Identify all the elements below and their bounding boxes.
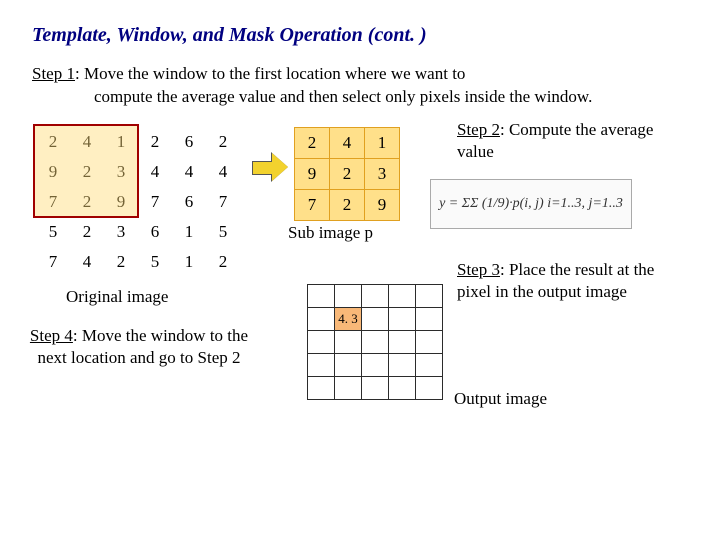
out-cell: [335, 353, 362, 376]
step-3-label: Step 3: [457, 260, 500, 279]
sub-image-grid: 2 4 1 9 2 3 7 2 9: [294, 127, 400, 221]
arrow-icon: [252, 155, 288, 179]
out-cell: [308, 330, 335, 353]
og-cell: 9: [36, 157, 70, 187]
og-cell: 1: [104, 127, 138, 157]
og-cell: 9: [104, 187, 138, 217]
out-cell: [416, 330, 443, 353]
og-cell: 6: [138, 217, 172, 247]
og-cell: 3: [104, 157, 138, 187]
out-cell: [362, 353, 389, 376]
step-4: Step 4: Move the window to the next loca…: [14, 325, 264, 369]
step-1: Step 1: Move the window to the first loc…: [32, 63, 688, 109]
out-cell: [416, 353, 443, 376]
og-cell: 2: [36, 127, 70, 157]
og-cell: 7: [138, 187, 172, 217]
sub-cell: 2: [330, 189, 365, 220]
step-3: Step 3: Place the result at the pixel in…: [457, 259, 677, 303]
og-cell: 6: [172, 187, 206, 217]
sub-cell: 1: [365, 127, 400, 158]
out-cell: [362, 307, 389, 330]
sub-cell: 7: [295, 189, 330, 220]
og-cell: 4: [138, 157, 172, 187]
og-cell: 1: [172, 247, 206, 277]
step-2: Step 2: Compute the average value: [457, 119, 677, 163]
output-image-caption: Output image: [454, 389, 547, 409]
og-cell: 2: [70, 187, 104, 217]
output-image-grid: 4. 3: [307, 284, 443, 400]
og-cell: 7: [36, 187, 70, 217]
out-cell: [389, 307, 416, 330]
og-cell: 2: [104, 247, 138, 277]
sub-cell: 9: [365, 189, 400, 220]
og-cell: 4: [172, 157, 206, 187]
original-image-caption: Original image: [66, 287, 168, 307]
og-cell: 2: [70, 157, 104, 187]
out-cell: [416, 307, 443, 330]
sub-cell: 3: [365, 158, 400, 189]
content-area: 2 4 1 2 6 2 9 2 3 4 4 4 7 2 9 7 6 7 5 2 …: [32, 119, 688, 459]
og-cell: 2: [70, 217, 104, 247]
og-cell: 5: [206, 217, 240, 247]
slide-title: Template, Window, and Mask Operation (co…: [32, 24, 688, 47]
out-cell: [308, 353, 335, 376]
out-cell: [308, 307, 335, 330]
out-cell: [389, 284, 416, 307]
out-cell: [362, 284, 389, 307]
og-cell: 4: [70, 127, 104, 157]
out-cell: [362, 330, 389, 353]
og-cell: 2: [206, 247, 240, 277]
og-cell: 2: [138, 127, 172, 157]
out-cell: [389, 376, 416, 399]
og-cell: 5: [36, 217, 70, 247]
out-cell: [416, 284, 443, 307]
sub-cell: 2: [295, 127, 330, 158]
out-cell: [308, 284, 335, 307]
step-4-label: Step 4: [30, 326, 73, 345]
original-image-grid: 2 4 1 2 6 2 9 2 3 4 4 4 7 2 9 7 6 7 5 2 …: [36, 127, 240, 277]
out-cell: [308, 376, 335, 399]
og-cell: 3: [104, 217, 138, 247]
step-2-label: Step 2: [457, 120, 500, 139]
og-cell: 2: [206, 127, 240, 157]
step-1-text-a: : Move the window to the first location …: [75, 64, 465, 83]
out-cell: [335, 376, 362, 399]
out-cell: [389, 330, 416, 353]
og-cell: 4: [70, 247, 104, 277]
og-cell: 4: [206, 157, 240, 187]
sub-cell: 9: [295, 158, 330, 189]
step-1-text-b: compute the average value and then selec…: [32, 86, 688, 109]
formula: y = ΣΣ (1/9)·p(i, j) i=1..3, j=1..3: [430, 179, 632, 229]
og-cell: 1: [172, 217, 206, 247]
sub-cell: 4: [330, 127, 365, 158]
out-cell: [335, 330, 362, 353]
step-1-label: Step 1: [32, 64, 75, 83]
og-cell: 5: [138, 247, 172, 277]
out-cell-result: 4. 3: [335, 307, 362, 330]
og-cell: 6: [172, 127, 206, 157]
sub-cell: 2: [330, 158, 365, 189]
out-cell: [389, 353, 416, 376]
og-cell: 7: [36, 247, 70, 277]
og-cell: 7: [206, 187, 240, 217]
out-cell: [416, 376, 443, 399]
out-cell: [335, 284, 362, 307]
out-cell: [362, 376, 389, 399]
sub-image-caption: Sub image p: [288, 223, 373, 243]
